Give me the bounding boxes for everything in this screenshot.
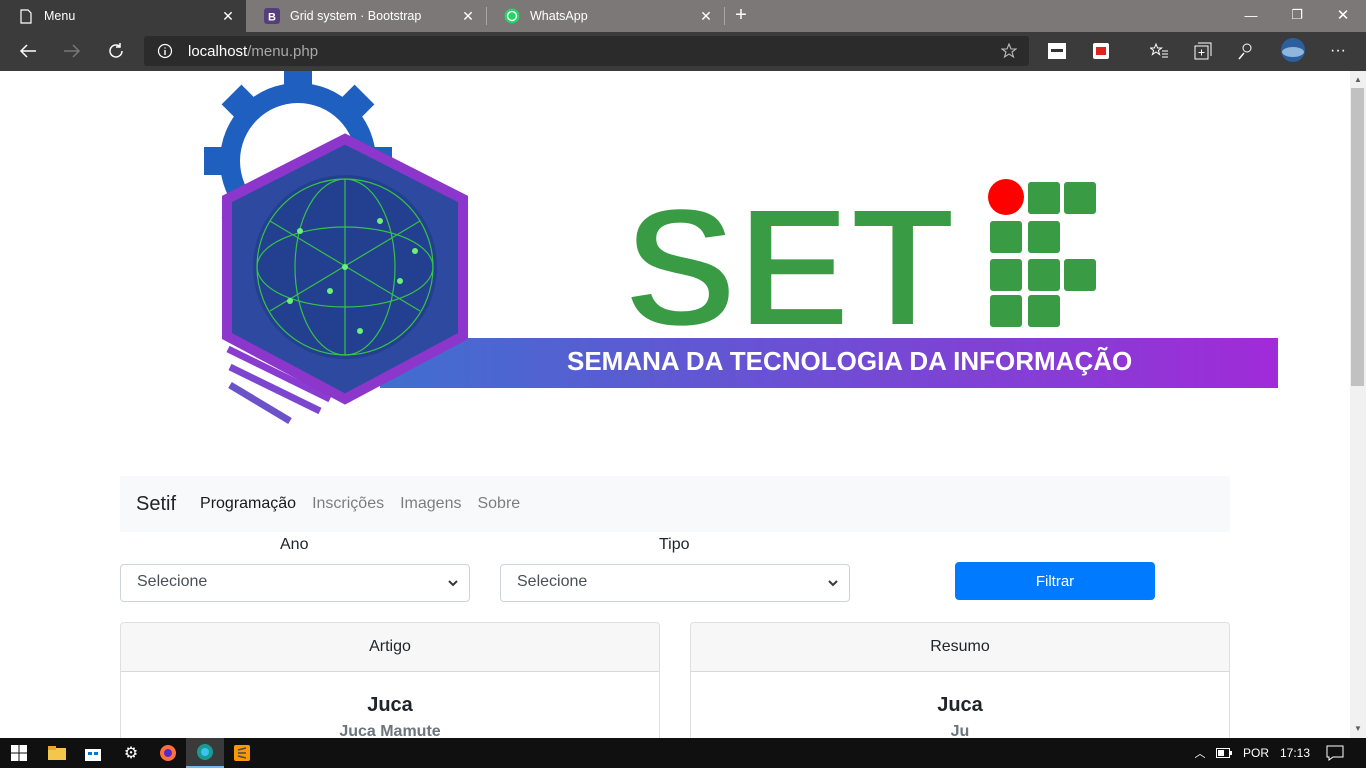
- chevron-up-icon[interactable]: ︿: [1188, 738, 1212, 768]
- back-arrow-icon: [19, 44, 36, 58]
- close-tab-icon[interactable]: ✕: [460, 8, 476, 24]
- store-icon[interactable]: [74, 738, 112, 768]
- ano-select[interactable]: Selecione: [120, 564, 470, 602]
- forward-arrow-icon: [64, 44, 81, 58]
- tab-title: Grid system · Bootstrap: [290, 9, 422, 23]
- new-tab-button[interactable]: +: [730, 4, 752, 28]
- ano-select-value: Selecione: [137, 573, 208, 590]
- minimize-button[interactable]: —: [1228, 0, 1274, 30]
- tipo-select[interactable]: Selecione: [500, 564, 850, 602]
- refresh-button[interactable]: [101, 36, 131, 66]
- tipo-select-value: Selecione: [517, 573, 588, 590]
- card-header: Resumo: [691, 623, 1229, 672]
- card-title: Juca: [937, 694, 983, 716]
- tab-menu[interactable]: Menu ✕: [0, 0, 246, 32]
- file-explorer-icon[interactable]: [38, 738, 76, 768]
- bootstrap-icon: B: [264, 8, 280, 24]
- banner-tagline: SEMANA DA TECNOLOGIA DA INFORMAÇÃO: [567, 346, 1132, 376]
- info-icon: [157, 43, 173, 59]
- refresh-icon: [109, 43, 123, 58]
- battery-icon[interactable]: [1212, 738, 1236, 768]
- language-indicator[interactable]: POR: [1243, 746, 1269, 760]
- close-window-button[interactable]: ✕: [1320, 0, 1366, 30]
- collections-icon[interactable]: [1192, 40, 1214, 62]
- card-subtitle: Juca Mamute: [339, 723, 441, 738]
- windows-start-icon[interactable]: [0, 738, 38, 768]
- setif-banner-logo: SET SEMANA DA TECNOLOGIA DA INFORMAÇÃO: [204, 71, 1278, 425]
- card-resumo: Resumo Juca Ju: [690, 622, 1230, 738]
- page-icon: [18, 8, 34, 24]
- nav-imagens[interactable]: Imagens: [400, 495, 461, 513]
- feedback-icon[interactable]: [1235, 40, 1257, 62]
- tab-title: WhatsApp: [530, 9, 588, 23]
- sublime-text-icon[interactable]: [223, 738, 261, 768]
- nav-programacao[interactable]: Programação: [200, 495, 296, 513]
- favorites-icon[interactable]: [1148, 40, 1170, 62]
- edge-icon[interactable]: [186, 738, 224, 768]
- tab-divider: [724, 7, 725, 25]
- windows-taskbar: ⚙ ︿ POR 17:13: [0, 738, 1366, 768]
- card-subtitle: Ju: [950, 723, 970, 738]
- browser-toolbar: localhost/menu.php ···: [0, 32, 1366, 71]
- forward-button[interactable]: [57, 36, 87, 66]
- filter-button[interactable]: Filtrar: [955, 562, 1155, 600]
- page-content: SET SEMANA DA TECNOLOGIA DA INFORMAÇÃO S…: [0, 71, 1350, 738]
- svg-text:B: B: [268, 12, 276, 24]
- url-host: localhost: [188, 43, 248, 60]
- restore-button[interactable]: ❐: [1274, 0, 1320, 30]
- notification-icon[interactable]: [1316, 738, 1354, 768]
- scroll-down-icon[interactable]: ▼: [1350, 721, 1366, 737]
- tab-bootstrap[interactable]: B Grid system · Bootstrap ✕: [246, 0, 486, 32]
- firefox-icon[interactable]: [149, 738, 187, 768]
- browser-titlebar: Menu ✕ B Grid system · Bootstrap ✕ Whats…: [0, 0, 1366, 32]
- pdf-extension-icon[interactable]: [1090, 40, 1112, 62]
- card-header: Artigo: [121, 623, 659, 672]
- clock-time[interactable]: 17:13: [1280, 746, 1310, 760]
- chevron-down-icon: [448, 580, 458, 587]
- more-menu-icon[interactable]: ···: [1327, 40, 1349, 62]
- url-text: localhost/menu.php: [188, 43, 318, 60]
- close-tab-icon[interactable]: ✕: [220, 8, 236, 24]
- scroll-up-icon[interactable]: ▲: [1350, 72, 1366, 88]
- nav-sobre[interactable]: Sobre: [477, 495, 520, 513]
- extension-icon[interactable]: [1046, 40, 1068, 62]
- profile-avatar[interactable]: [1280, 38, 1306, 62]
- site-navbar: Setif Programação Inscrições Imagens Sob…: [120, 476, 1230, 532]
- site-brand[interactable]: Setif: [136, 493, 176, 516]
- whatsapp-icon: [504, 8, 520, 24]
- settings-gear-icon[interactable]: ⚙: [112, 738, 150, 768]
- nav-inscricoes[interactable]: Inscrições: [312, 495, 384, 513]
- back-button[interactable]: [13, 36, 43, 66]
- favorite-star-icon: [1001, 43, 1017, 59]
- tab-title: Menu: [44, 9, 76, 23]
- card-artigo: Artigo Juca Juca Mamute: [120, 622, 660, 738]
- tab-whatsapp[interactable]: WhatsApp ✕: [486, 0, 724, 32]
- scroll-thumb[interactable]: [1351, 88, 1364, 386]
- url-path: /menu.php: [247, 43, 319, 60]
- logo-letters: SET: [624, 173, 955, 363]
- close-tab-icon[interactable]: ✕: [698, 8, 714, 24]
- address-bar[interactable]: localhost/menu.php: [144, 36, 1029, 66]
- ano-label: Ano: [280, 536, 309, 553]
- card-title: Juca: [367, 694, 413, 716]
- tipo-label: Tipo: [659, 536, 690, 553]
- chevron-down-icon: [828, 580, 838, 587]
